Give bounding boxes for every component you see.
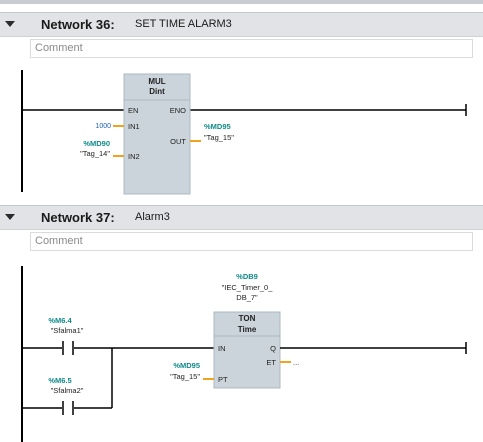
pin-out-label: OUT: [170, 137, 186, 146]
out-tag[interactable]: "Tag_15": [204, 133, 234, 142]
network-37-header[interactable]: Network 37: Alarm3: [0, 205, 483, 230]
pin-eno-label: ENO: [170, 106, 186, 115]
instance-db-address[interactable]: %DB9: [236, 272, 258, 281]
contact-sfalma1[interactable]: [62, 341, 74, 355]
block-name: TON: [239, 314, 256, 323]
pin-et-label: ET: [266, 358, 276, 367]
comment-placeholder: Comment: [35, 42, 83, 54]
network-36-comment-field[interactable]: Comment: [30, 39, 473, 58]
network-37-comment-field[interactable]: Comment: [30, 232, 473, 251]
pin-in1-label: IN1: [128, 122, 140, 131]
contact1-tag[interactable]: "Sfalma1": [51, 326, 84, 335]
in2-tag[interactable]: "Tag_14": [80, 149, 110, 158]
pin-q-label: Q: [270, 344, 276, 353]
et-operand[interactable]: ...: [293, 358, 299, 367]
pin-in2-label: IN2: [128, 152, 140, 161]
mul-block[interactable]: MUL Dint EN ENO IN1 OUT IN2: [123, 73, 191, 195]
pt-tag[interactable]: "Tag_15": [170, 372, 200, 381]
block-type: Time: [238, 325, 257, 334]
contact2-tag[interactable]: "Sfalma2": [51, 386, 84, 395]
pt-address[interactable]: %MD95: [173, 361, 200, 370]
contact1-address[interactable]: %M6.4: [48, 316, 72, 325]
contact-sfalma2[interactable]: [62, 401, 74, 415]
block-type: Dint: [149, 87, 165, 96]
in1-constant[interactable]: 1000: [95, 123, 111, 130]
collapse-arrow-icon[interactable]: [5, 214, 15, 220]
editor-top-border: [0, 0, 483, 4]
network-36-rung: MUL Dint EN ENO IN1 OUT IN2 1000 %MD90 "…: [21, 70, 467, 195]
comment-placeholder: Comment: [35, 235, 83, 247]
network-label: Network 37:: [41, 210, 115, 225]
pin-pt-label: PT: [218, 375, 228, 384]
pin-en-label: EN: [128, 106, 138, 115]
network-label: Network 36:: [41, 17, 115, 32]
in2-address[interactable]: %MD90: [83, 139, 110, 148]
instance-db-name-line2[interactable]: DB_7": [236, 293, 258, 302]
network-37-rung: %M6.4 "Sfalma1" %M6.5 "Sfalma2" %DB9 "IE…: [21, 266, 467, 442]
network-36-header[interactable]: Network 36: SET TIME ALARM3: [0, 12, 483, 37]
instance-db-name-line1[interactable]: "IEC_Timer_0_: [222, 283, 274, 292]
block-name: MUL: [148, 77, 165, 86]
pin-in-label: IN: [218, 344, 226, 353]
collapse-arrow-icon[interactable]: [5, 21, 15, 27]
ton-block[interactable]: TON Time IN Q ET PT: [213, 311, 281, 389]
network-title[interactable]: Alarm3: [135, 211, 170, 223]
network-title[interactable]: SET TIME ALARM3: [135, 18, 232, 30]
contact2-address[interactable]: %M6.5: [48, 376, 71, 385]
out-address[interactable]: %MD95: [204, 122, 231, 131]
